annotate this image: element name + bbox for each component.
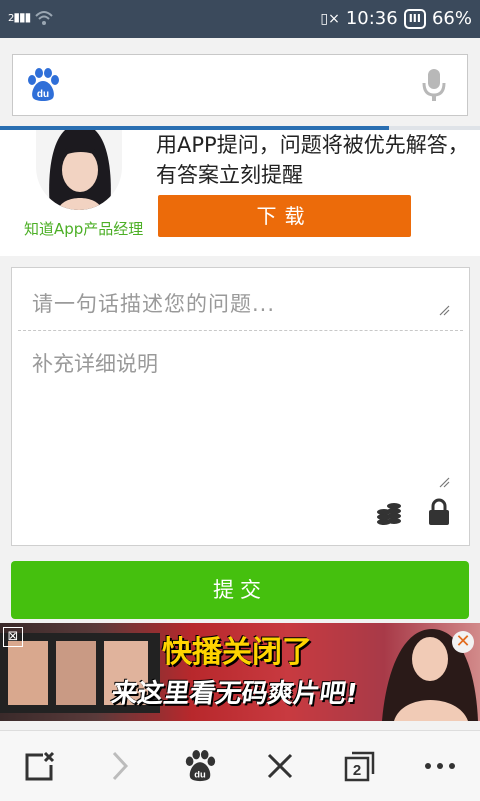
wifi-icon [34, 9, 54, 31]
home-button[interactable]: du [160, 731, 240, 801]
ad-report-icon[interactable]: ⊠ [3, 627, 23, 647]
stop-button[interactable] [240, 731, 320, 801]
status-bar: 2▮▮▮ ▯× 10:36 III 66% [0, 0, 480, 38]
bottom-nav: du 2 [0, 730, 480, 801]
divider [18, 330, 463, 331]
svg-text:du: du [194, 769, 206, 780]
tabs-count-icon: 2 [344, 751, 375, 782]
battery-icon: III [403, 8, 426, 29]
signal-icon: 2▮▮▮ [8, 10, 31, 24]
download-button[interactable]: 下载 [158, 195, 411, 237]
browser-toolbar: du [0, 38, 480, 126]
baidu-paw-icon: du [185, 749, 216, 782]
promo-text: 用APP提问，问题将被优先解答，有答案立刻提醒 [156, 133, 469, 187]
resize-handle-icon[interactable] [438, 476, 450, 488]
tabs-count: 2 [353, 762, 361, 779]
forward-button[interactable] [80, 731, 160, 801]
resize-handle-icon[interactable] [438, 304, 450, 316]
avatar [36, 130, 122, 210]
tabs-button[interactable]: 2 [320, 731, 400, 801]
app-promo: 知道App产品经理 用APP提问，问题将被优先解答，有答案立刻提醒 下载 [0, 130, 480, 256]
svg-text:du: du [37, 89, 49, 100]
status-time: 10:36 [345, 8, 398, 29]
lock-icon[interactable] [428, 498, 450, 526]
manager-label: 知道App产品经理 [24, 220, 144, 238]
search-input[interactable]: du [12, 54, 468, 116]
microphone-icon[interactable] [419, 67, 449, 103]
close-tab-button[interactable] [0, 731, 80, 801]
battery-percent: 66% [431, 8, 472, 29]
question-form: 请一句话描述您的问题... 补充详细说明 [11, 267, 470, 546]
coins-icon[interactable] [376, 500, 402, 526]
vibrate-icon: ▯× [320, 10, 340, 27]
ad-headline: 快播关闭了 [162, 635, 312, 670]
forward-icon [112, 751, 129, 781]
ad-close-icon[interactable]: ✕ [452, 631, 474, 653]
ad-banner[interactable]: ⊠ 快播关闭了 来这里看无码爽片吧! ✕ [0, 623, 480, 721]
stop-icon [267, 753, 293, 779]
more-icon [425, 763, 455, 769]
submit-button[interactable]: 提交 [11, 561, 469, 619]
more-button[interactable] [400, 731, 480, 801]
close-tab-icon [25, 751, 55, 781]
question-title-field[interactable]: 请一句话描述您的问题... [32, 288, 275, 318]
ad-subline: 来这里看无码爽片吧! [109, 679, 360, 709]
question-detail-field[interactable]: 补充详细说明 [32, 348, 158, 378]
baidu-paw-icon[interactable]: du [25, 67, 61, 103]
